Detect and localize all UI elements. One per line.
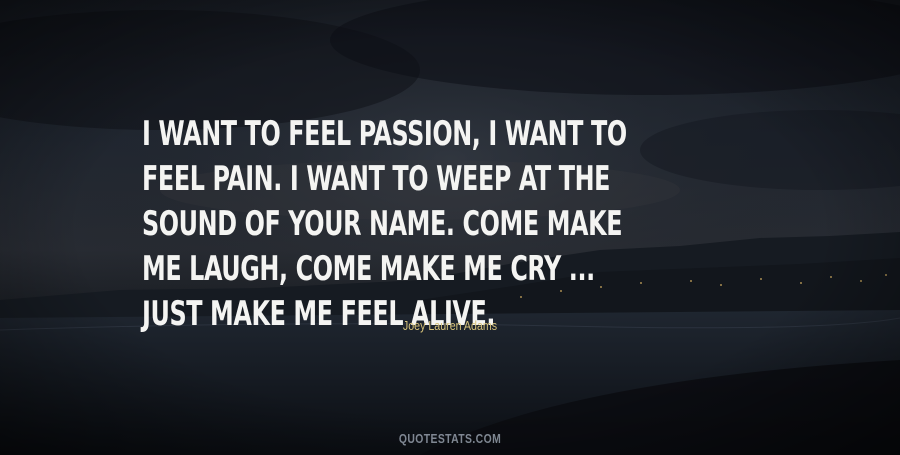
quote-image: I want to feel passion, I want to feel p… xyxy=(0,0,900,455)
quote-text: I want to feel passion, I want to feel p… xyxy=(142,114,627,334)
site-watermark: QUOTESTATS.COM xyxy=(398,431,502,446)
quote-author: Joey Lauren Adams xyxy=(402,318,498,333)
